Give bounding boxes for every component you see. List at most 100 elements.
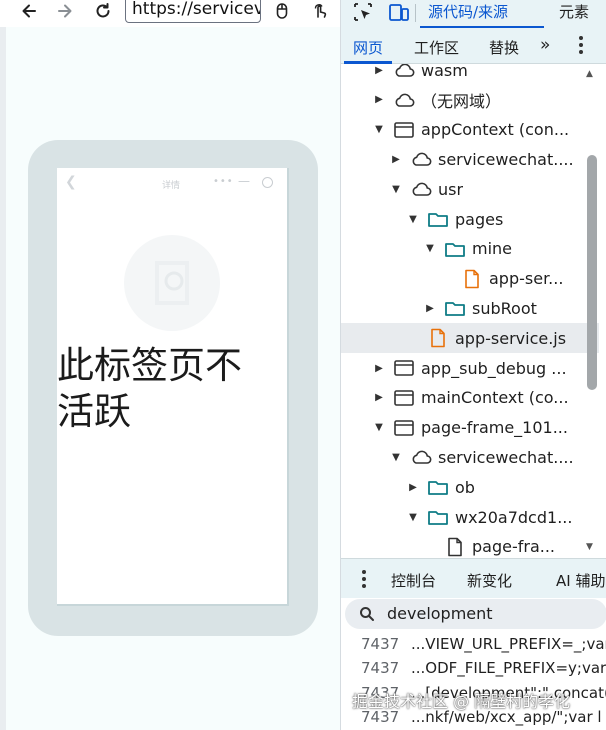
- inspect-element-icon[interactable]: [351, 0, 375, 24]
- mini-program-title: 详情: [162, 181, 181, 191]
- tree-item[interactable]: ▶ app_sub_debug ...: [341, 353, 599, 383]
- expand-down-icon[interactable]: ▼: [407, 214, 419, 225]
- expand-right-icon[interactable]: ▶: [373, 94, 385, 105]
- tab-overrides[interactable]: 替换: [489, 37, 519, 58]
- expand-right-icon[interactable]: ▶: [373, 363, 385, 374]
- tree-item[interactable]: ▼ mine: [341, 234, 599, 264]
- expand-down-icon[interactable]: ▼: [407, 512, 419, 523]
- tree-item[interactable]: ▶ servicewechat....: [341, 144, 599, 174]
- search-field[interactable]: development: [345, 599, 606, 629]
- forward-arrow-icon[interactable]: [52, 0, 78, 22]
- tree-item[interactable]: ▶ ob: [341, 472, 599, 502]
- js-file-icon: [461, 269, 483, 289]
- tree-item[interactable]: app-service.js: [341, 323, 599, 354]
- tree-item[interactable]: ▼ servicewechat....: [341, 442, 599, 472]
- tab-page[interactable]: 网页: [353, 37, 383, 58]
- cloud-icon: [393, 90, 415, 110]
- mouse-icon[interactable]: [269, 0, 295, 22]
- more-options-icon[interactable]: [578, 36, 584, 54]
- mini-program-header: ❮ 详情 ••• —: [57, 168, 287, 198]
- tree-item[interactable]: app-ser...: [341, 264, 599, 294]
- expand-right-icon[interactable]: ▶: [373, 65, 385, 76]
- minimize-icon[interactable]: —: [238, 174, 250, 188]
- tree-item[interactable]: ▶ mainContext (co...: [341, 383, 599, 413]
- tree-item-label: wasm: [421, 64, 468, 80]
- tree-item-label: ob: [455, 477, 475, 497]
- js-file-icon: [427, 328, 449, 348]
- drawer-tabs: 控制台 新变化 AI 辅助: [341, 558, 606, 598]
- scroll-down-arrow-icon[interactable]: ▼: [586, 542, 593, 552]
- watermark: 掘金技术社区 @ 隔壁村的孝化: [352, 692, 571, 711]
- tree-item[interactable]: ▼ usr: [341, 174, 599, 204]
- tab-changes[interactable]: 新变化: [467, 570, 512, 591]
- tab-sources[interactable]: 源代码/来源: [428, 1, 508, 22]
- tree-item-label: usr: [438, 179, 464, 199]
- tab-console[interactable]: 控制台: [391, 570, 436, 591]
- tree-item-label: servicewechat....: [438, 447, 574, 467]
- device-toolbar-icon[interactable]: [387, 0, 411, 24]
- result-line-number: 7437: [361, 635, 400, 653]
- folder-icon: [427, 477, 449, 497]
- tree-item[interactable]: ▶ subRoot: [341, 293, 599, 323]
- expand-down-icon[interactable]: ▼: [390, 452, 402, 463]
- expand-down-icon[interactable]: ▼: [390, 184, 402, 195]
- file-icon: [444, 537, 466, 557]
- tree-item-label: app_sub_debug ...: [421, 358, 567, 378]
- tree-item[interactable]: ▼ page-frame_101...: [341, 413, 599, 443]
- frame-icon: [393, 358, 415, 378]
- tree-item-label: pages: [455, 209, 504, 229]
- expand-right-icon[interactable]: ▶: [373, 392, 385, 403]
- expand-right-icon[interactable]: ▶: [407, 482, 419, 493]
- tree-item[interactable]: ▼ pages: [341, 204, 599, 234]
- tree-item-label: app-service.js: [455, 328, 567, 348]
- result-line-number: 7437: [361, 659, 400, 677]
- tab-workspace[interactable]: 工作区: [414, 37, 459, 58]
- back-arrow-icon[interactable]: [16, 0, 42, 22]
- more-dots-icon[interactable]: •••: [213, 176, 234, 187]
- folder-icon: [427, 507, 449, 527]
- tree-item[interactable]: page-fra...: [341, 532, 599, 558]
- tree-item[interactable]: ▶ wasm: [341, 64, 599, 85]
- tree-item-label: subRoot: [472, 298, 537, 318]
- search-result-row[interactable]: 7437 ...ODF_FILE_PREFIX=y;var: [341, 657, 606, 681]
- folder-icon: [444, 239, 466, 259]
- search-result-row[interactable]: 7437 ...VIEW_URL_PREFIX=_;var: [341, 633, 606, 657]
- touch-icon[interactable]: [307, 0, 333, 22]
- reload-icon[interactable]: [90, 0, 116, 22]
- devtools-main-toolbar: 源代码/来源 元素: [341, 0, 606, 28]
- drawer-menu-icon[interactable]: [361, 570, 367, 588]
- scroll-up-arrow-icon[interactable]: ▲: [586, 69, 593, 79]
- expand-down-icon[interactable]: ▼: [424, 243, 436, 254]
- mini-program-logo-icon: [124, 235, 220, 331]
- tab-elements[interactable]: 元素: [559, 1, 589, 22]
- tree-item-label: servicewechat....: [438, 149, 574, 169]
- sources-navigator-tabs: 网页 工作区 替换 »: [341, 28, 606, 64]
- tree-item[interactable]: ▼ appContext (con...: [341, 115, 599, 145]
- browser-toolbar: https://servicev: [0, 0, 340, 27]
- tree-item-label: page-fra...: [472, 537, 556, 557]
- result-text: ...ODF_FILE_PREFIX=y;var: [411, 659, 606, 677]
- cloud-icon: [393, 64, 415, 80]
- tree-item-label: mine: [472, 239, 513, 259]
- file-tree: ▶ wasm ▶ （无网域） ▼ appContext (con... ▶ servicewe…: [341, 64, 606, 558]
- frame-icon: [393, 388, 415, 408]
- expand-down-icon[interactable]: ▼: [373, 124, 385, 135]
- search-icon: [360, 607, 374, 621]
- tree-item[interactable]: ▶ （无网域）: [341, 85, 599, 115]
- devtools-panel: 源代码/来源 元素 网页 工作区 替换 » ▶ wasm ▶ （无网域） ▼ appCon…: [340, 0, 606, 730]
- more-tabs-chevron-icon[interactable]: »: [540, 35, 550, 55]
- result-text: ...VIEW_URL_PREFIX=_;var: [411, 635, 606, 653]
- tree-item-label: wx20a7dcd1...: [455, 507, 573, 527]
- expand-down-icon[interactable]: ▼: [373, 422, 385, 433]
- address-bar-input[interactable]: https://servicev: [125, 0, 261, 23]
- close-circle-icon[interactable]: [262, 177, 273, 188]
- expand-right-icon[interactable]: ▶: [424, 303, 436, 314]
- frame-icon: [393, 418, 415, 438]
- expand-right-icon[interactable]: ▶: [390, 154, 402, 165]
- scrollbar-thumb[interactable]: [587, 155, 597, 390]
- folder-icon: [427, 209, 449, 229]
- tree-item-label: mainContext (co...: [421, 388, 569, 408]
- tab-ai-assistance[interactable]: AI 辅助: [556, 570, 605, 591]
- back-chevron-icon[interactable]: ❮: [65, 174, 77, 190]
- tree-item[interactable]: ▼ wx20a7dcd1...: [341, 502, 599, 532]
